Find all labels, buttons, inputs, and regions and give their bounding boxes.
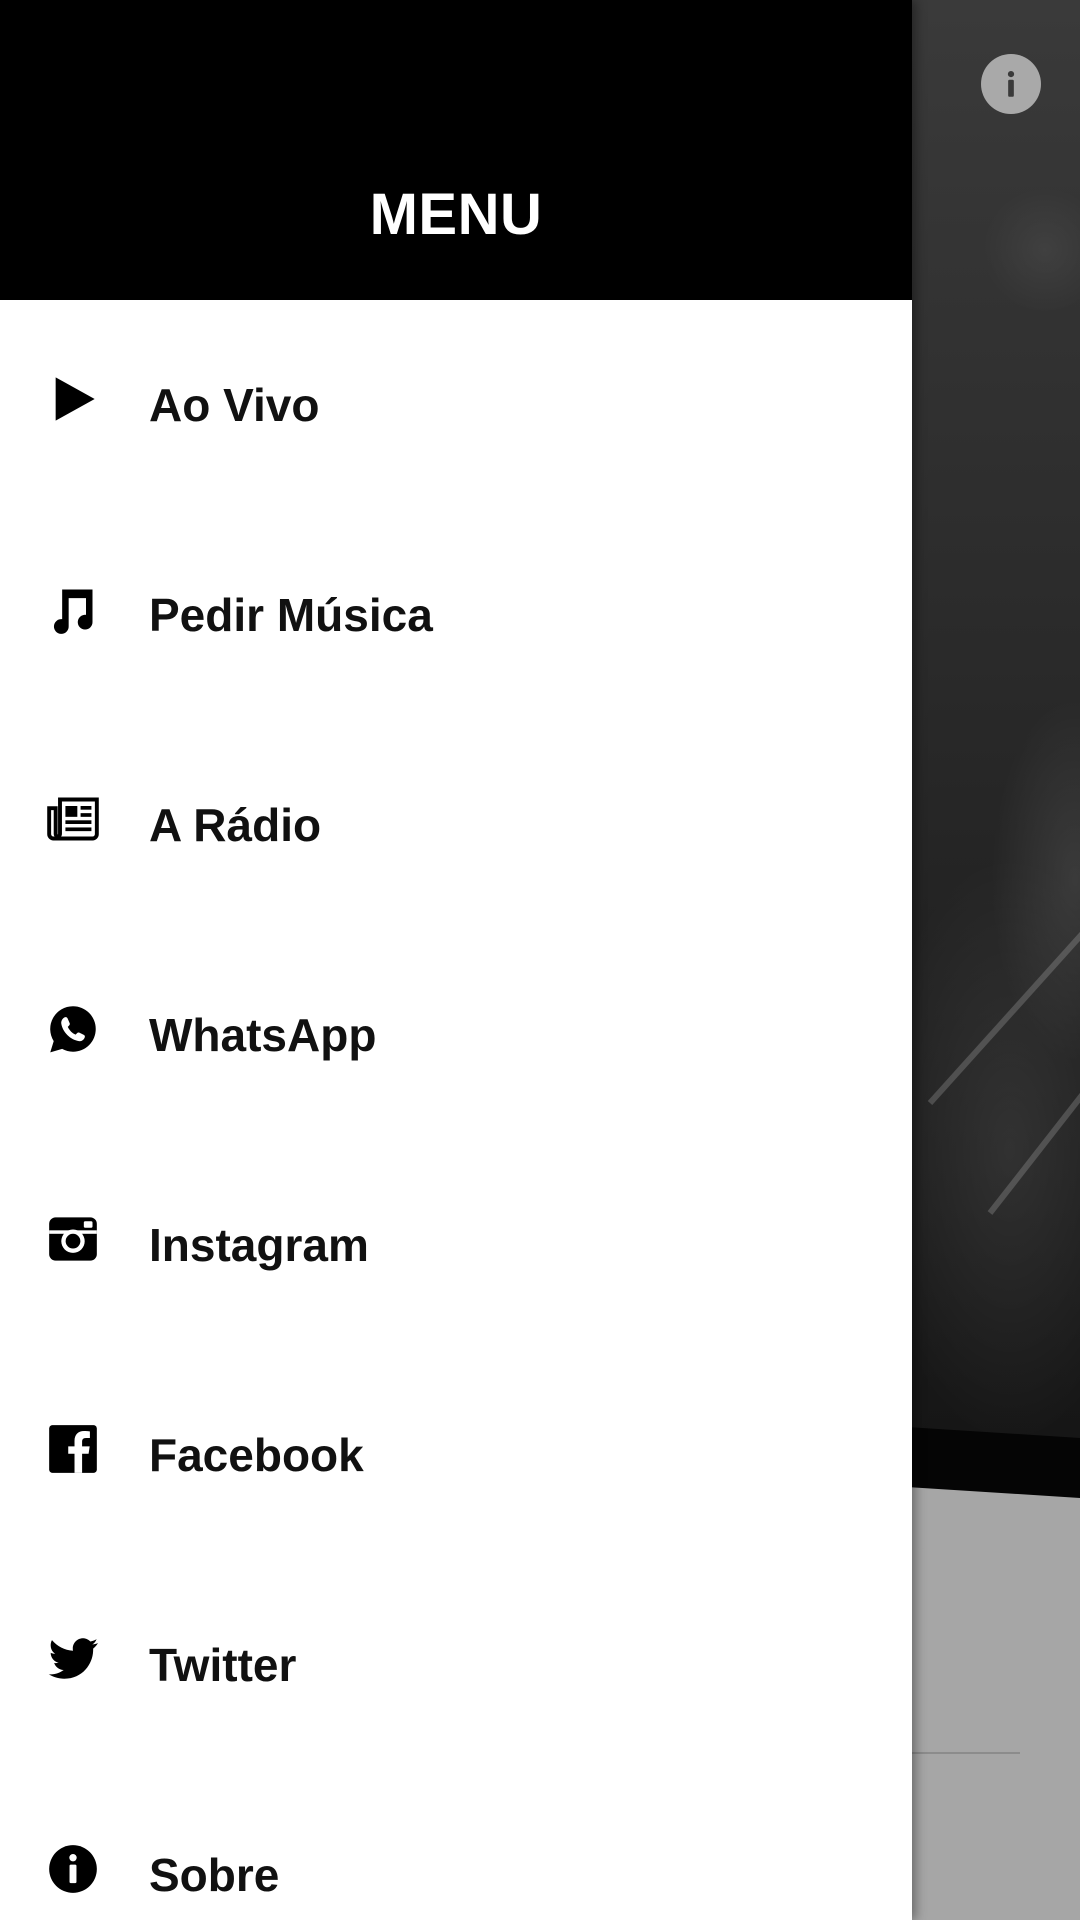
menu-item-label: WhatsApp xyxy=(149,1009,377,1061)
menu-item-sobre[interactable]: Sobre xyxy=(0,1770,912,1920)
menu-item-instagram[interactable]: Instagram xyxy=(0,1140,912,1350)
facebook-icon xyxy=(46,1422,100,1476)
menu-item-facebook[interactable]: Facebook xyxy=(0,1350,912,1560)
play-icon xyxy=(46,372,100,426)
divider xyxy=(912,1752,1020,1754)
drawer-header: MENU xyxy=(0,0,912,300)
menu-item-label: Facebook xyxy=(149,1429,364,1481)
instagram-icon xyxy=(46,1212,100,1266)
menu-item-label: Pedir Música xyxy=(149,589,433,641)
menu-item-pedir-musica[interactable]: Pedir Música xyxy=(0,510,912,720)
menu-item-ao-vivo[interactable]: Ao Vivo xyxy=(0,300,912,510)
menu-item-label: Sobre xyxy=(149,1849,280,1901)
info-icon xyxy=(46,1842,100,1896)
menu-list: Ao Vivo Pedir Música A Rádio WhatsApp In… xyxy=(0,300,912,1920)
menu-item-label: A Rádio xyxy=(149,799,322,851)
info-button[interactable] xyxy=(981,54,1041,114)
music-note-icon xyxy=(46,582,100,636)
menu-item-label: Instagram xyxy=(149,1219,369,1271)
menu-item-twitter[interactable]: Twitter xyxy=(0,1560,912,1770)
info-icon xyxy=(1007,70,1015,97)
menu-item-label: Ao Vivo xyxy=(149,379,320,431)
twitter-icon xyxy=(46,1632,100,1686)
menu-item-a-radio[interactable]: A Rádio xyxy=(0,720,912,930)
drawer-title: MENU xyxy=(369,182,543,247)
whatsapp-icon xyxy=(46,1002,100,1056)
menu-item-whatsapp[interactable]: WhatsApp xyxy=(0,930,912,1140)
menu-item-label: Twitter xyxy=(149,1639,297,1691)
newspaper-icon xyxy=(46,792,100,846)
navigation-drawer: MENU Ao Vivo Pedir Música A Rádio WhatsA… xyxy=(0,0,912,1920)
